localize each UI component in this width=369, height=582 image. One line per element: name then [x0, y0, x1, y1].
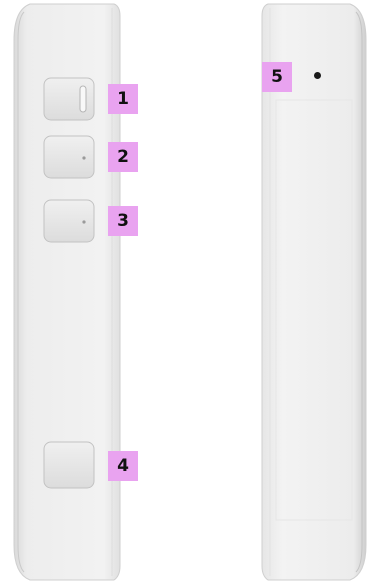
plain-button-icon[interactable] [43, 441, 95, 489]
slide-switch-icon[interactable] [43, 77, 95, 121]
callout-2: 2 [108, 142, 138, 172]
side-button-3-icon[interactable] [43, 199, 95, 243]
callout-4: 4 [108, 451, 138, 481]
callout-1: 1 [108, 84, 138, 114]
pinhole-icon[interactable] [314, 72, 321, 79]
callout-3: 3 [108, 206, 138, 236]
side-button-2-icon[interactable] [43, 135, 95, 179]
device-side-views: 1 2 3 4 5 [0, 0, 369, 582]
device-illustration [13, 3, 367, 581]
callout-5: 5 [262, 62, 292, 92]
